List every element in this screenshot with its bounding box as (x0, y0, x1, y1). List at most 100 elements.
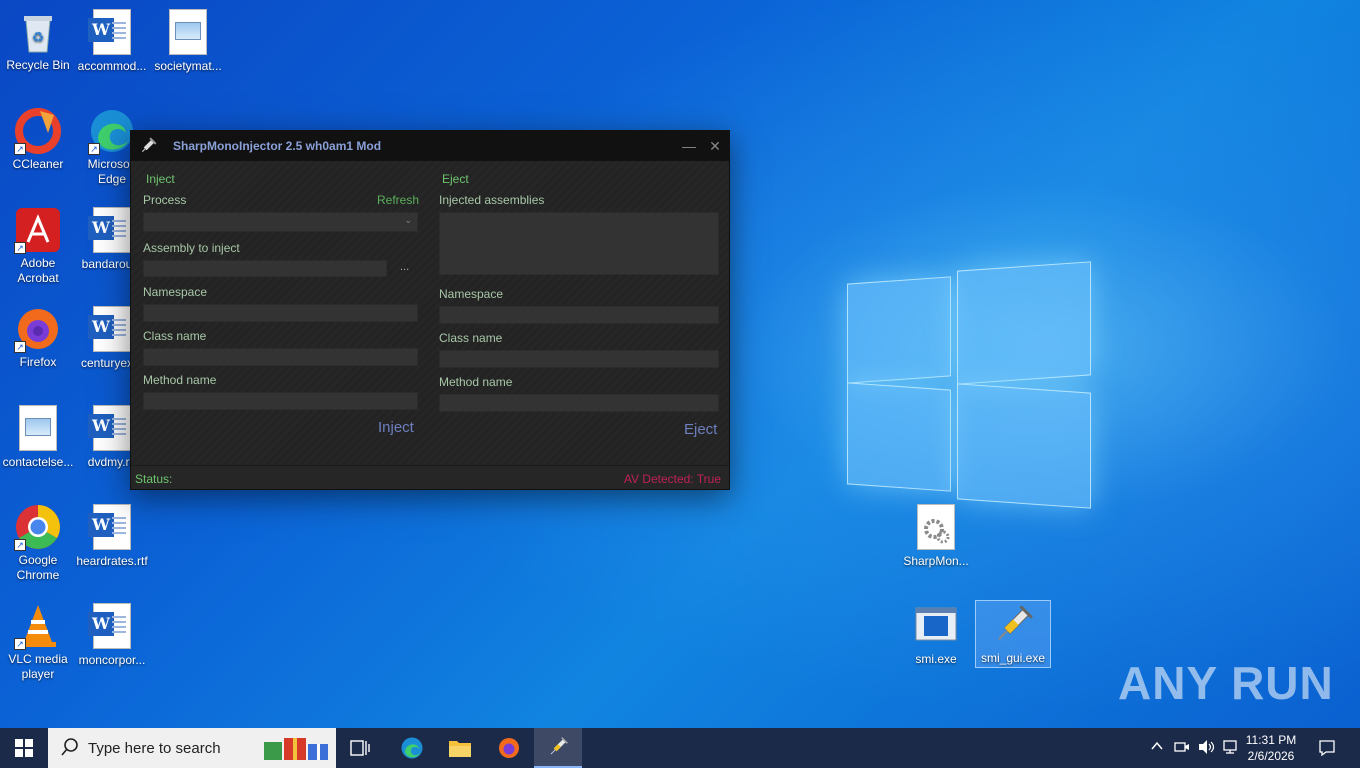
injected-assemblies-label: Injected assemblies (439, 193, 545, 207)
desktop-icon-accommod[interactable]: W accommod... (74, 8, 150, 74)
inject-method-input[interactable] (143, 392, 418, 410)
namespace-label: Namespace (143, 285, 208, 299)
desktop-icon-smi-exe[interactable]: smi.exe (898, 602, 974, 667)
taskbar-clock[interactable]: 11:31 PM 2/6/2026 (1240, 732, 1302, 764)
namespace-label: Namespace (439, 287, 504, 301)
desktop-icon-contactelse[interactable]: contactelse... (0, 404, 76, 470)
word-doc-icon: W (88, 306, 136, 354)
browse-button[interactable]: ... (400, 261, 409, 273)
injector-window: SharpMonoInjector 2.5 wh0am1 Mod — ✕ Inj… (130, 130, 730, 490)
title-bar[interactable]: SharpMonoInjector 2.5 wh0am1 Mod — ✕ (131, 131, 729, 161)
inject-classname-input[interactable] (143, 348, 418, 366)
action-center-button[interactable] (1318, 739, 1336, 768)
close-button[interactable]: ✕ (705, 136, 725, 156)
show-hidden-icons-button[interactable] (1150, 739, 1164, 768)
firefox-icon: ↗ (14, 305, 62, 353)
folder-icon (449, 741, 471, 757)
eject-namespace-input[interactable] (439, 306, 719, 324)
word-doc-icon: W (88, 603, 136, 651)
refresh-link[interactable]: Refresh (377, 193, 419, 207)
method-label: Method name (439, 375, 513, 389)
av-detected-status: AV Detected: True (623, 472, 721, 486)
desktop-icon-label: Google Chrome (16, 553, 60, 582)
volume-button[interactable] (1198, 739, 1216, 768)
inject-namespace-input[interactable] (143, 304, 418, 322)
word-doc-icon: W (88, 504, 136, 552)
word-doc-icon: W (88, 207, 136, 255)
taskbar-search-box[interactable]: Type here to search (48, 728, 336, 768)
desktop-icon-label: SharpMon... (903, 554, 969, 568)
taskbar-firefox[interactable] (486, 728, 532, 768)
desktop-icon-firefox[interactable]: ↗ Firefox (0, 305, 76, 370)
svg-text:♻: ♻ (32, 29, 45, 45)
vlc-icon: ↗ (14, 602, 62, 650)
edge-icon (401, 737, 423, 759)
desktop-icon-societymat[interactable]: societymat... (150, 8, 226, 74)
edge-icon: ↗ (88, 107, 136, 155)
inject-section-title: Inject (146, 172, 175, 186)
eject-section-title: Eject (442, 172, 469, 186)
task-view-icon (350, 740, 370, 756)
desktop-icon-vlc[interactable]: ↗ VLC media player (0, 602, 76, 682)
adobe-acrobat-icon: ↗ (14, 206, 62, 254)
desktop-icon-label: smi.exe (915, 652, 957, 666)
method-label: Method name (143, 373, 217, 387)
process-label: Process (143, 193, 187, 207)
eject-method-input[interactable] (439, 394, 719, 412)
status-label: Status: (135, 472, 173, 486)
notification-icon (1319, 740, 1335, 757)
taskbar-smi-gui[interactable] (534, 728, 582, 768)
clock-time: 11:31 PM (1245, 733, 1297, 747)
taskbar: Type here to search 11:31 PM 2/6/2026 (0, 728, 1360, 768)
chevron-up-icon (1151, 741, 1163, 750)
wallpaper-windows-logo (845, 258, 1095, 513)
desktop-icon-label: contactelse... (2, 455, 74, 469)
taskbar-file-explorer[interactable] (438, 728, 482, 768)
syringe-icon (550, 737, 568, 755)
chevron-down-icon: ⌄ (404, 215, 412, 225)
network-button[interactable] (1222, 739, 1240, 768)
desktop-icon-recycle-bin[interactable]: ♻ Recycle Bin (0, 8, 76, 73)
minimize-button[interactable]: — (679, 136, 699, 156)
desktop-icon-moncorpor[interactable]: W moncorpor... (74, 602, 150, 668)
word-doc-icon: W (88, 405, 136, 453)
recycle-bin-icon: ♻ (14, 8, 62, 56)
anyrun-watermark: ANY RUN (1118, 657, 1334, 709)
assembly-path-input[interactable] (143, 260, 387, 277)
desktop-icon-adobe-acrobat[interactable]: ↗ Adobe Acrobat (0, 206, 76, 286)
status-bar: Status: AV Detected: True (131, 465, 729, 489)
ccleaner-icon: ↗ (14, 107, 62, 155)
word-doc-icon: W (88, 9, 136, 57)
desktop-icon-sharpmon[interactable]: SharpMon... (898, 503, 974, 569)
meet-now-button[interactable] (1174, 739, 1190, 768)
desktop-icon-label: moncorpor... (78, 653, 146, 667)
windows-start-icon (15, 739, 33, 757)
syringe-icon (989, 601, 1037, 649)
injected-assemblies-list[interactable] (439, 212, 719, 275)
start-button[interactable] (0, 728, 48, 768)
desktop-icon-google-chrome[interactable]: ↗ Google Chrome (0, 503, 76, 583)
network-icon (1223, 740, 1237, 754)
desktop-icon-label: Recycle Bin (6, 58, 70, 72)
chrome-icon: ↗ (14, 503, 62, 551)
desktop-icon-label: smi_gui.exe (980, 651, 1046, 665)
taskbar-edge[interactable] (390, 728, 434, 768)
eject-button[interactable]: Eject (684, 421, 717, 438)
eject-classname-input[interactable] (439, 350, 719, 368)
search-placeholder: Type here to search (88, 740, 221, 757)
desktop-icon-label: CCleaner (12, 157, 64, 171)
assembly-label: Assembly to inject (143, 241, 240, 255)
search-icon (60, 737, 80, 762)
syringe-icon (139, 137, 157, 155)
search-highlight-gifts-icon (262, 734, 332, 762)
desktop-icon-heardrates[interactable]: W heardrates.rtf (74, 503, 150, 569)
camera-icon (1174, 742, 1189, 752)
desktop-icon-ccleaner[interactable]: ↗ CCleaner (0, 107, 76, 172)
task-view-button[interactable] (340, 728, 380, 768)
image-file-icon (14, 405, 62, 453)
desktop-icon-smi-gui-exe[interactable]: smi_gui.exe (975, 600, 1051, 668)
inject-button[interactable]: Inject (378, 419, 414, 436)
process-dropdown[interactable]: ⌄ (143, 212, 418, 232)
window-title: SharpMonoInjector 2.5 wh0am1 Mod (173, 139, 382, 153)
settings-file-icon (912, 504, 960, 552)
